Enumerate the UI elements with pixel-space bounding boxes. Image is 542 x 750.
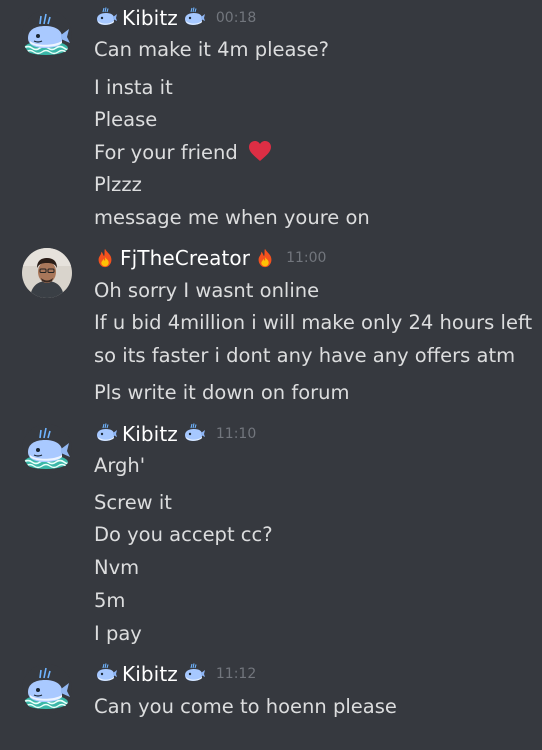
message-text: Nvm xyxy=(94,556,140,579)
message-text: For your friend xyxy=(94,139,272,167)
message-header: Kibitz 11:10 xyxy=(94,419,256,449)
message-text-content: For your friend xyxy=(94,141,238,164)
whale-avatar-icon xyxy=(22,10,72,60)
message-text: Pls write it down on forum xyxy=(94,381,350,404)
message-text: so its faster i dont any have any offers… xyxy=(94,344,516,367)
message-text: 5m xyxy=(94,589,126,612)
whale-emoji-icon xyxy=(182,662,206,686)
whale-avatar-icon xyxy=(22,424,72,474)
message-text: message me when youre on xyxy=(94,206,370,229)
fire-emoji-icon xyxy=(94,247,116,269)
timestamp[interactable]: 11:00 xyxy=(286,250,326,266)
message-text: Oh sorry I wasnt online xyxy=(94,279,320,302)
message-text: Screw it xyxy=(94,491,172,514)
message-text: Argh' xyxy=(94,454,146,477)
red-heart-emoji-icon xyxy=(248,141,271,161)
message-text: Can make it 4m please? xyxy=(94,38,329,61)
message-header: Kibitz 00:18 xyxy=(94,3,256,33)
user-avatar[interactable] xyxy=(22,10,72,60)
message-text: Plzzz xyxy=(94,173,142,196)
message-text: Can you come to hoenn please xyxy=(94,695,397,718)
whale-emoji-icon xyxy=(182,6,206,30)
message-text: Do you accept cc? xyxy=(94,523,273,546)
message-text: Please xyxy=(94,108,158,131)
username[interactable]: Kibitz xyxy=(122,6,178,30)
whale-emoji-icon xyxy=(94,422,118,446)
user-photo-avatar xyxy=(22,248,72,298)
fire-emoji-icon xyxy=(254,247,276,269)
timestamp[interactable]: 11:12 xyxy=(216,666,256,682)
user-avatar[interactable] xyxy=(22,424,72,474)
message-text: I pay xyxy=(94,622,142,645)
username[interactable]: Kibitz xyxy=(122,662,178,686)
message-text: If u bid 4million i will make only 24 ho… xyxy=(94,311,533,334)
whale-emoji-icon xyxy=(94,6,118,30)
timestamp[interactable]: 11:10 xyxy=(216,426,256,442)
timestamp[interactable]: 00:18 xyxy=(216,10,256,26)
message-header: Kibitz 11:12 xyxy=(94,659,256,689)
user-avatar[interactable] xyxy=(22,248,72,298)
message-text: I insta it xyxy=(94,76,173,99)
whale-avatar-icon xyxy=(22,664,72,714)
message-header: FjTheCreator 11:00 xyxy=(94,243,326,273)
whale-emoji-icon xyxy=(182,422,206,446)
whale-emoji-icon xyxy=(94,662,118,686)
username[interactable]: Kibitz xyxy=(122,422,178,446)
user-avatar[interactable] xyxy=(22,664,72,714)
username[interactable]: FjTheCreator xyxy=(120,246,250,270)
